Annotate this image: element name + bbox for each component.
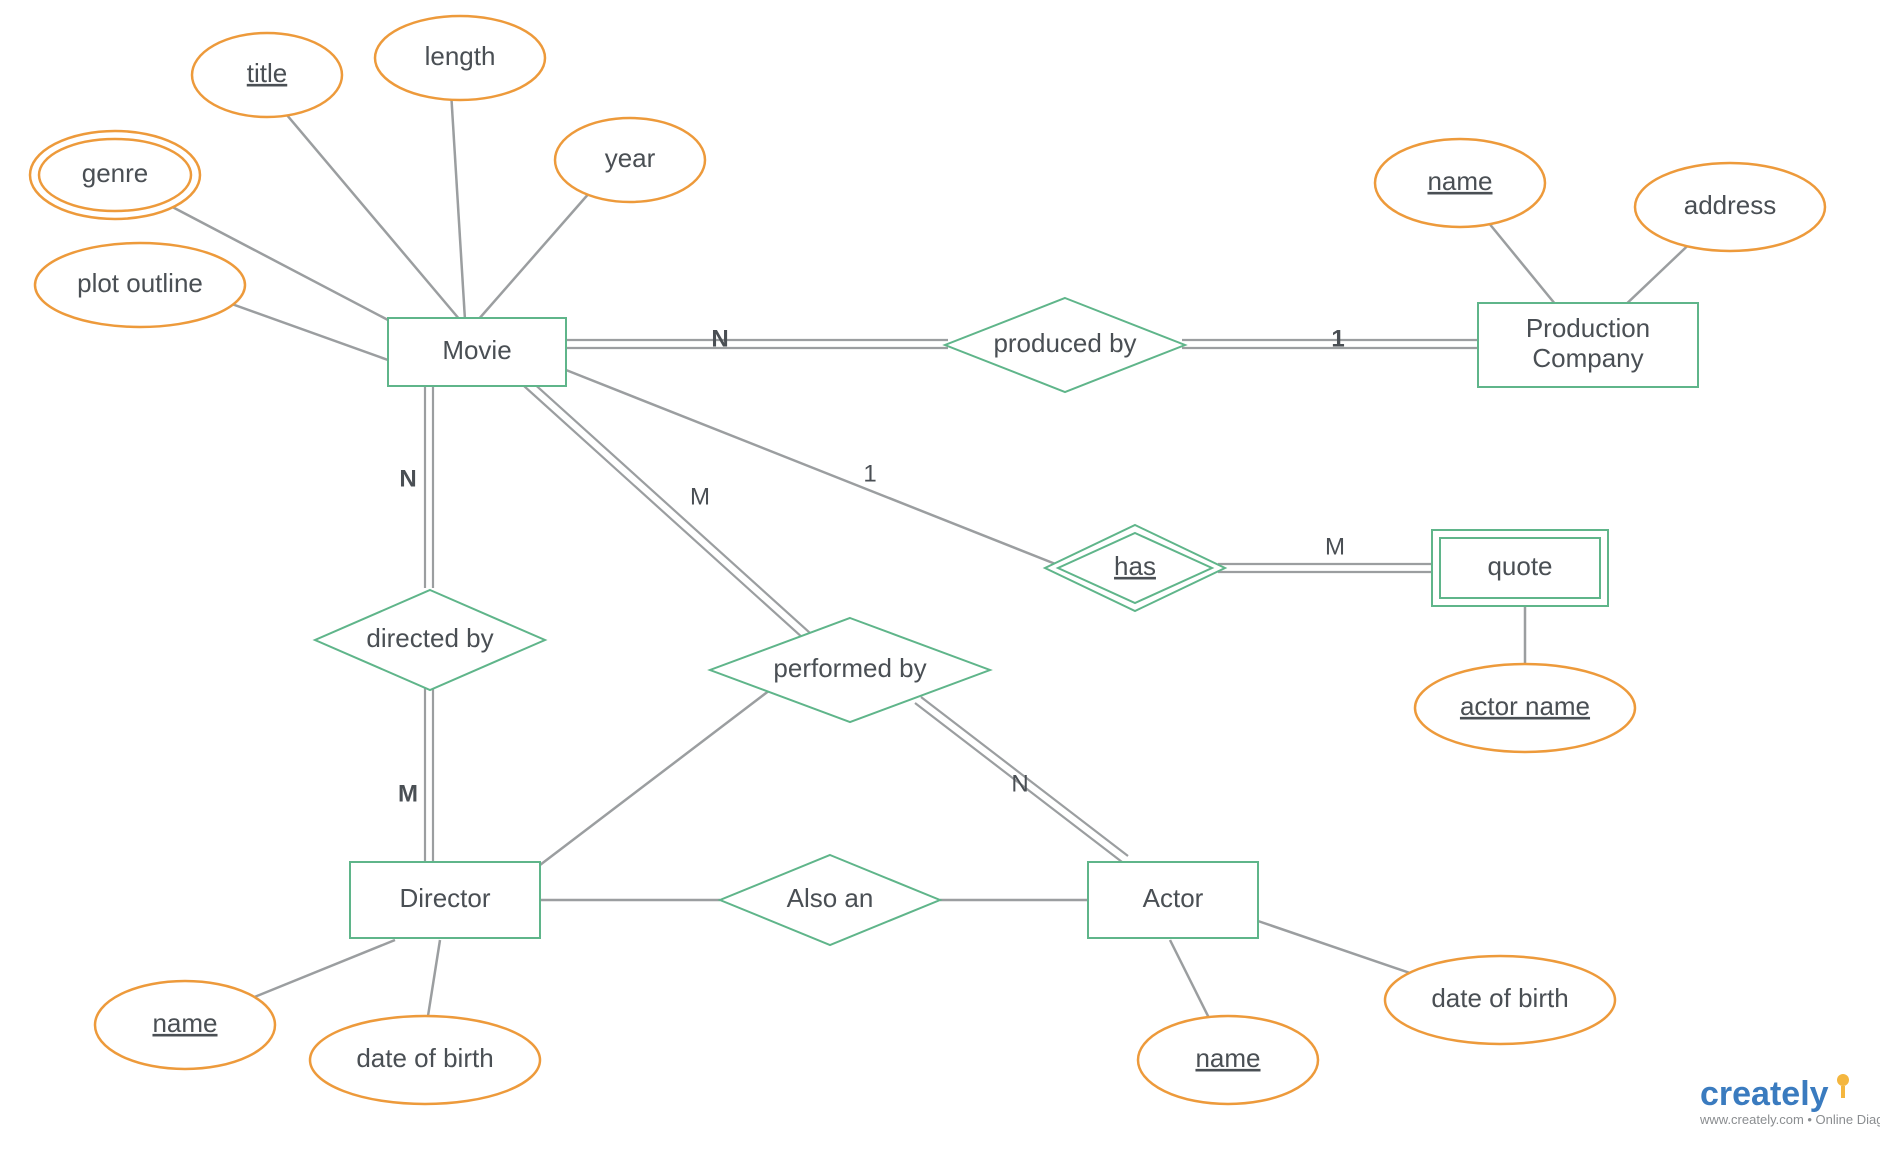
svg-text:directed by: directed by (366, 623, 493, 653)
svg-text:actor name: actor name (1460, 691, 1590, 721)
attr-plot-outline: plot outline (35, 243, 245, 327)
svg-text:name: name (1427, 166, 1492, 196)
svg-text:genre: genre (82, 158, 149, 188)
svg-text:Actor: Actor (1143, 883, 1204, 913)
line-movie-performedby-1 (524, 386, 814, 648)
card-actor-performedby: N (1011, 770, 1028, 797)
rel-produced-by: produced by (945, 298, 1185, 392)
line-movie-performedby-2 (530, 380, 820, 642)
svg-text:name: name (1195, 1043, 1260, 1073)
entity-actor: Actor (1088, 862, 1258, 938)
svg-text:length: length (425, 41, 496, 71)
svg-text:year: year (605, 143, 656, 173)
card-director-directedby: M (398, 780, 418, 807)
attr-year: year (555, 118, 705, 202)
card-movie-directedby: N (399, 465, 416, 492)
attr-genre: genre (30, 131, 200, 219)
attr-pc-name: name (1375, 139, 1545, 227)
svg-text:produced by: produced by (993, 328, 1136, 358)
attr-dir-dob: date of birth (310, 1016, 540, 1104)
rel-also-an: Also an (720, 855, 940, 945)
card-movie-producedby: N (711, 325, 728, 352)
line-movie-year (478, 175, 605, 320)
line-movie-title (270, 95, 460, 320)
line-movie-has (566, 370, 1058, 565)
entity-director: Director (350, 862, 540, 938)
line-dir-performedby (540, 690, 770, 865)
rel-has: has (1045, 525, 1225, 611)
attr-actor-dob: date of birth (1385, 956, 1615, 1044)
svg-text:Also an: Also an (787, 883, 874, 913)
entity-quote: quote (1432, 530, 1608, 606)
line-movie-length (450, 75, 465, 320)
svg-text:creately: creately (1700, 1075, 1829, 1113)
rel-performed-by: performed by (710, 618, 990, 722)
attr-title: title (192, 33, 342, 117)
svg-text:date of birth: date of birth (1431, 983, 1568, 1013)
rel-directed-by: directed by (315, 590, 545, 690)
watermark-creately: creately www.creately.com • Online Diagr… (1699, 1074, 1880, 1127)
svg-text:address: address (1684, 190, 1777, 220)
entity-movie: Movie (388, 318, 566, 386)
svg-text:performed by: performed by (773, 653, 926, 683)
card-pc-producedby: 1 (1331, 325, 1344, 352)
card-quote-has: M (1325, 533, 1345, 560)
svg-text:date of birth: date of birth (356, 1043, 493, 1073)
card-movie-has: 1 (863, 460, 876, 487)
attr-actor-name: name (1138, 1016, 1318, 1104)
svg-text:Director: Director (399, 883, 490, 913)
svg-text:Production: Production (1526, 313, 1650, 343)
er-diagram-canvas: N 1 N M M N 1 M title length year genre … (0, 0, 1880, 1150)
entity-production-company: Production Company (1478, 303, 1698, 387)
svg-text:www.creately.com • Online Diag: www.creately.com • Online Diagramming (1699, 1112, 1880, 1127)
attr-dir-name: name (95, 981, 275, 1069)
svg-text:name: name (152, 1008, 217, 1038)
svg-text:Company: Company (1532, 343, 1643, 373)
svg-text:has: has (1114, 551, 1156, 581)
svg-text:title: title (247, 58, 287, 88)
svg-text:Movie: Movie (442, 335, 511, 365)
attr-length: length (375, 16, 545, 100)
card-movie-performedby: M (690, 483, 710, 510)
attr-quote-actor-name: actor name (1415, 664, 1635, 752)
svg-text:quote: quote (1487, 551, 1552, 581)
attr-pc-address: address (1635, 163, 1825, 251)
svg-text:plot outline: plot outline (77, 268, 203, 298)
